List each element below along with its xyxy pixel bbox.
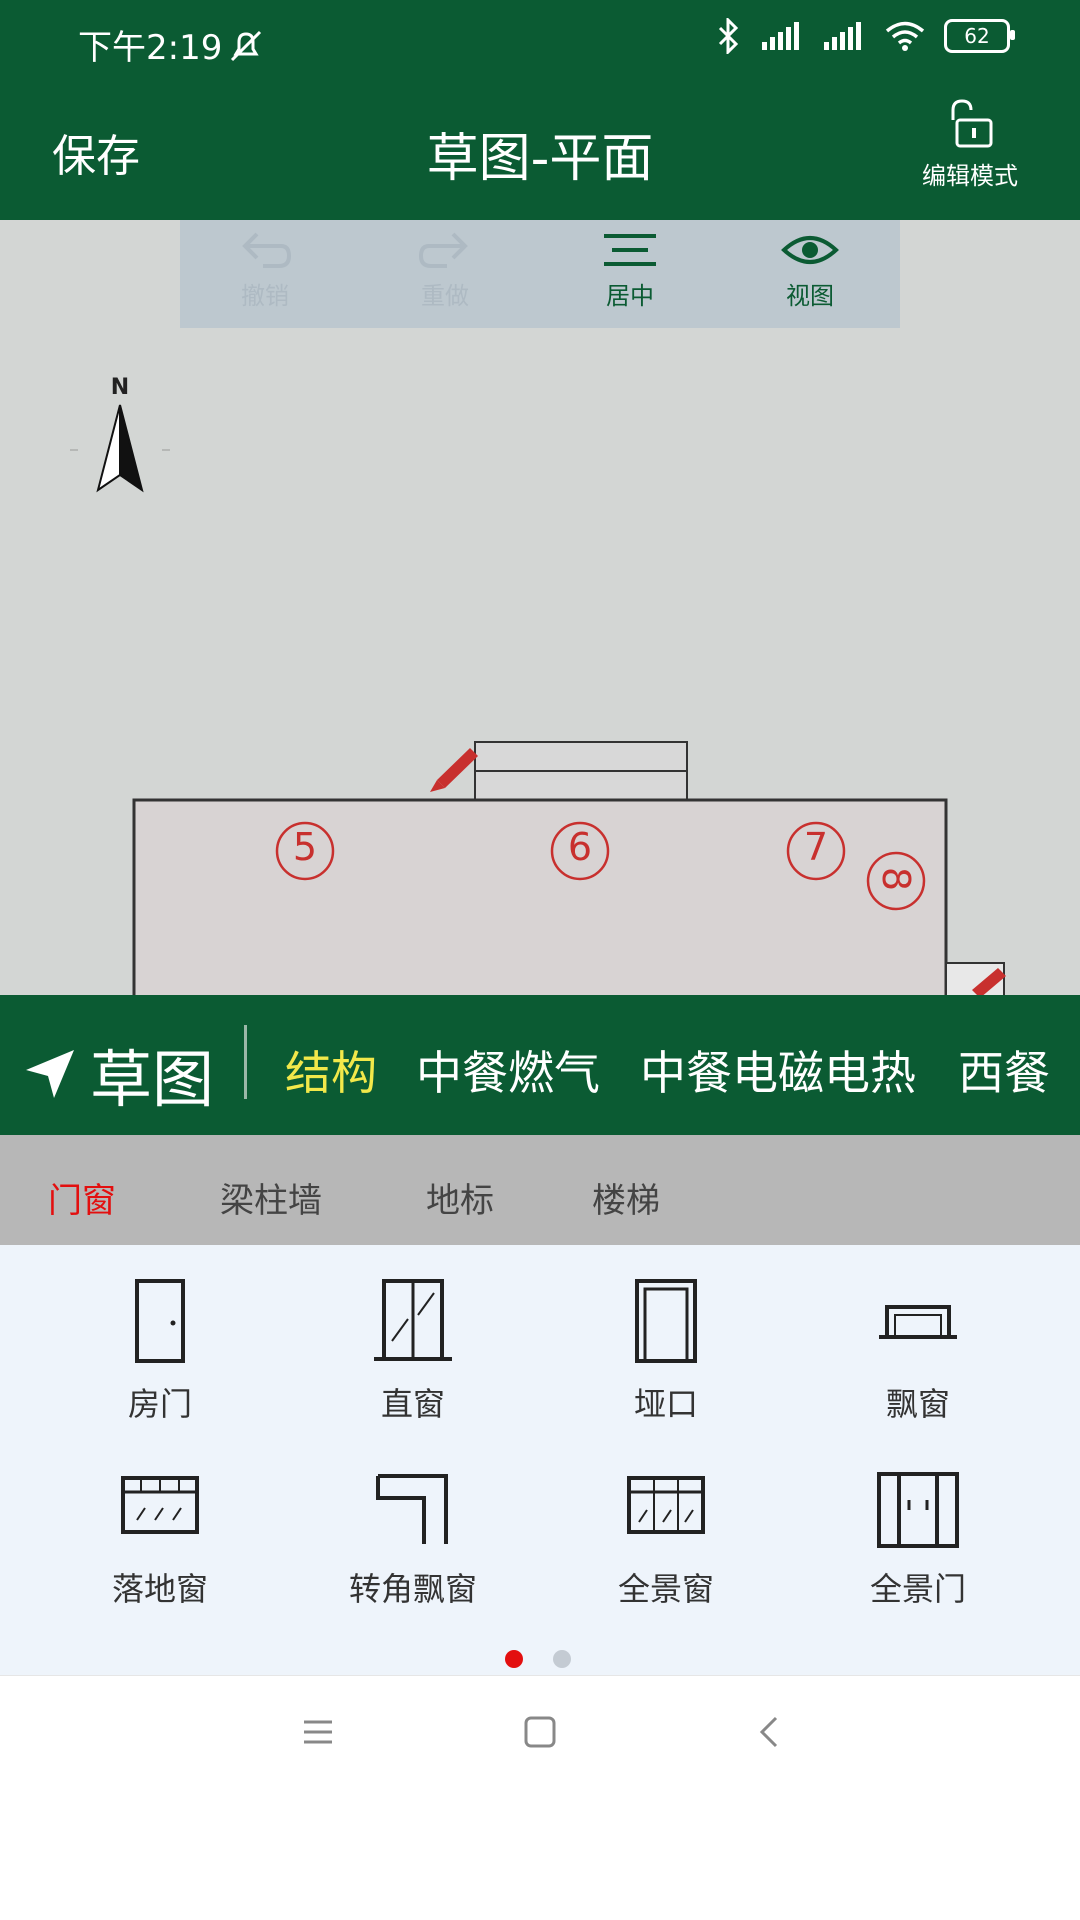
- marker-8[interactable]: 8: [874, 859, 918, 899]
- back-nav-button[interactable]: [752, 1714, 788, 1754]
- page-dot-1[interactable]: [505, 1650, 523, 1668]
- home-square-icon: [524, 1716, 556, 1748]
- floorplan-drawing[interactable]: [0, 220, 1080, 995]
- marker-6[interactable]: 6: [560, 825, 600, 869]
- redo-label: 重做: [421, 282, 469, 310]
- unlock-icon: [951, 99, 993, 148]
- palette-pagination: [505, 1650, 571, 1668]
- doorway-label: 垭口: [633, 1385, 698, 1423]
- category-bar: 草图 结构 中餐燃气 中餐电磁电热 西餐: [0, 995, 1080, 1135]
- straight-window-label: 直窗: [380, 1385, 445, 1423]
- compass-north-label: N: [110, 375, 130, 400]
- sketch-category-label: 草图: [90, 1043, 215, 1116]
- category-chinese-gas[interactable]: 中餐燃气: [416, 1037, 600, 1103]
- panoramic-window-icon: [627, 1476, 705, 1534]
- palette-panoramic-door[interactable]: 全景门: [818, 1470, 1018, 1610]
- palette-straight-window[interactable]: 直窗: [313, 1275, 513, 1425]
- signal-icon-2: [824, 22, 861, 50]
- signal-icon: [762, 22, 799, 50]
- compass: N: [30, 375, 210, 514]
- bluetooth-icon: [718, 18, 739, 54]
- battery-indicator: 62: [944, 19, 1015, 53]
- palette-panoramic-window[interactable]: 全景窗: [566, 1470, 766, 1610]
- panoramic-window-label: 全景窗: [617, 1570, 714, 1608]
- redo-icon: [418, 232, 468, 268]
- view-label: 视图: [786, 282, 834, 310]
- align-center-icon: [604, 234, 656, 266]
- subtab-stairs[interactable]: 楼梯: [592, 1173, 660, 1222]
- eye-icon: [781, 236, 839, 264]
- page-dot-2[interactable]: [553, 1650, 571, 1668]
- status-time: 下午2:19: [78, 28, 223, 68]
- home-nav-button[interactable]: [522, 1714, 558, 1754]
- status-bar: 下午2:19 62: [0, 0, 1080, 80]
- edit-mode-label: 编辑模式: [922, 162, 1018, 190]
- sketch-category[interactable]: 草图: [22, 1029, 214, 1119]
- center-button[interactable]: 居中: [560, 228, 700, 311]
- center-label: 居中: [606, 282, 654, 310]
- panoramic-door-icon: [877, 1472, 959, 1548]
- french-window-icon: [121, 1476, 199, 1534]
- menu-icon: [304, 1720, 332, 1744]
- subtab-landmark[interactable]: 地标: [426, 1173, 494, 1222]
- wifi-icon: [885, 21, 925, 51]
- navigation-arrow-icon: [26, 1050, 74, 1098]
- panoramic-door-label: 全景门: [869, 1570, 966, 1608]
- undo-button[interactable]: 撤销: [195, 228, 335, 311]
- canvas-toolbar: 撤销 重做 居中 视图: [180, 220, 900, 328]
- palette-french-window[interactable]: 落地窗: [60, 1470, 260, 1610]
- palette-corner-bay-window[interactable]: 转角飘窗: [313, 1470, 513, 1610]
- straight-window-icon: [374, 1279, 452, 1361]
- undo-icon: [242, 232, 292, 268]
- view-button[interactable]: 视图: [740, 228, 880, 311]
- category-western[interactable]: 西餐: [958, 1037, 1050, 1103]
- corner-bay-window-label: 转角飘窗: [348, 1570, 477, 1608]
- french-window-label: 落地窗: [111, 1570, 208, 1608]
- category-divider: [244, 1025, 247, 1099]
- room-door-label: 房门: [127, 1385, 192, 1423]
- subtab-doors-windows[interactable]: 门窗: [48, 1173, 116, 1222]
- room-door-icon: [135, 1279, 185, 1363]
- app-header: 保存 草图-平面 编辑模式: [0, 80, 1080, 220]
- bay-window-icon: [879, 1305, 957, 1339]
- mute-bell-icon: [230, 30, 262, 62]
- category-structure[interactable]: 结构: [285, 1037, 377, 1103]
- marker-5[interactable]: 5: [285, 825, 325, 869]
- palette-room-door[interactable]: 房门: [60, 1275, 260, 1425]
- redo-button[interactable]: 重做: [375, 228, 515, 311]
- subtabs: 门窗 梁柱墙 地标 楼梯: [0, 1135, 1080, 1245]
- marker-7[interactable]: 7: [796, 825, 836, 869]
- bottom-area: [0, 1800, 1080, 1920]
- undo-label: 撤销: [241, 282, 289, 310]
- floorplan-canvas[interactable]: 5 6 7 8 N 撤销 重做 居中 视图: [0, 220, 1080, 995]
- corner-bay-window-icon: [376, 1474, 448, 1544]
- category-chinese-electric[interactable]: 中餐电磁电热: [640, 1037, 916, 1103]
- back-chevron-icon: [759, 1716, 778, 1748]
- doorway-icon: [635, 1279, 697, 1363]
- system-nav-bar: [0, 1675, 1080, 1801]
- north-arrow-icon: [30, 404, 210, 493]
- bay-window-label: 飘窗: [885, 1385, 950, 1423]
- palette-bay-window[interactable]: 飘窗: [818, 1275, 1018, 1425]
- subtab-beam-column-wall[interactable]: 梁柱墙: [220, 1173, 322, 1222]
- menu-nav-button[interactable]: [300, 1714, 336, 1754]
- component-palette: 房门 直窗 垭口 飘窗 落地窗 转角飘窗 全景窗 全景门: [0, 1245, 1080, 1675]
- edit-mode-button[interactable]: 编辑模式: [910, 98, 1030, 191]
- palette-doorway[interactable]: 垭口: [566, 1275, 766, 1425]
